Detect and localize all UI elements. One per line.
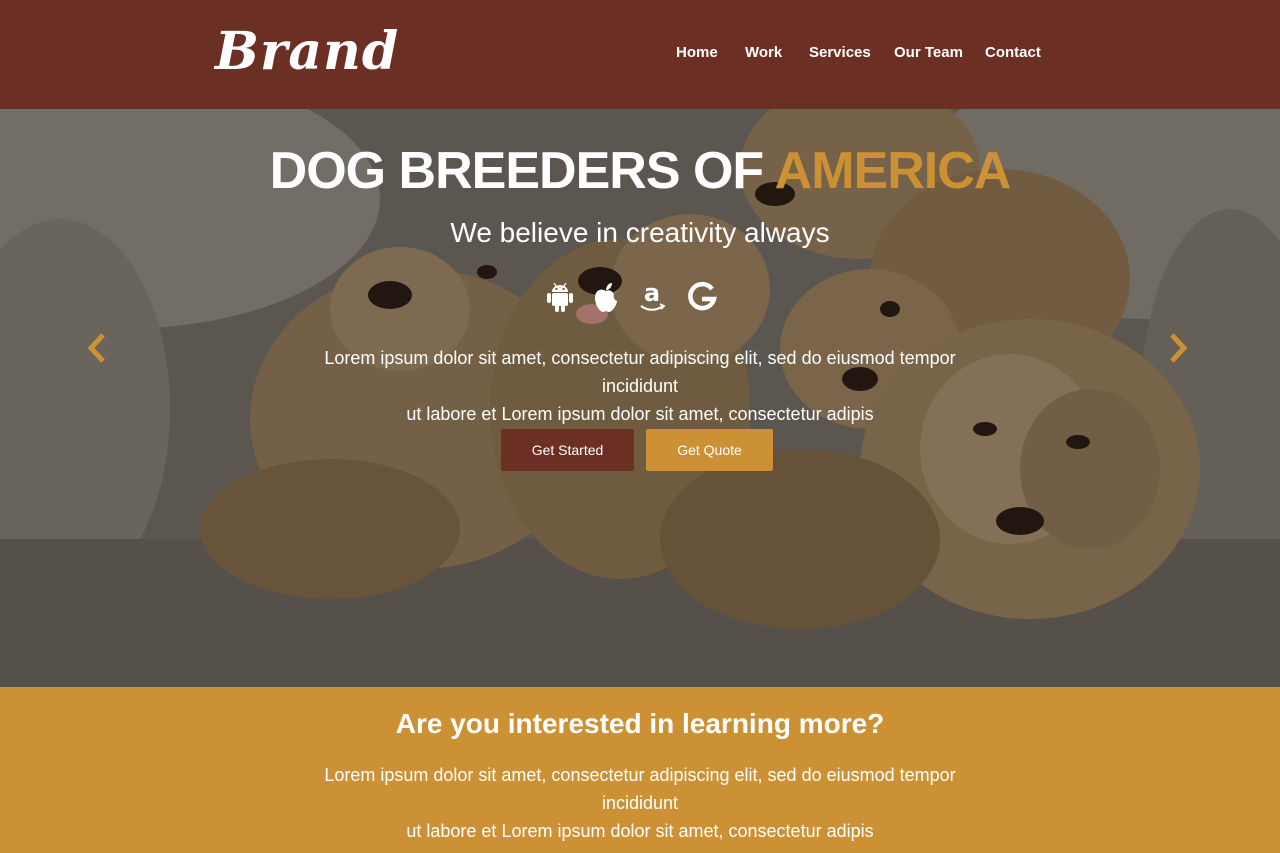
section-text: Lorem ipsum dolor sit amet, consectetur … [320,761,960,845]
section-text-line1: Lorem ipsum dolor sit amet, consectetur … [324,765,956,813]
hero-carousel: DOG BREEDERS OF AMERICA We believe in cr… [0,109,1280,687]
hero-subtitle: We believe in creativity always [450,217,830,248]
hero-description-line2: ut labore et Lorem ipsum dolor sit amet,… [406,404,874,424]
amazon-icon[interactable]: a [636,279,668,315]
main-nav: Home Work Services Our Team Contact [0,43,1280,63]
hero-title: DOG BREEDERS OF AMERICA [0,141,1280,201]
learn-more-section: Are you interested in learning more? Lor… [0,687,1280,853]
hero-description: Lorem ipsum dolor sit amet, consectetur … [320,344,960,428]
svg-text:a: a [644,279,660,307]
hero-description-line1: Lorem ipsum dolor sit amet, consectetur … [324,348,956,396]
android-icon[interactable] [544,279,576,315]
section-text-line2: ut labore et Lorem ipsum dolor sit amet,… [406,821,874,841]
section-title: Are you interested in learning more? [395,708,885,739]
chevron-left-icon[interactable] [85,331,109,365]
navbar: Brand Home Work Services Our Team Contac… [0,0,1280,109]
nav-item-our-team[interactable]: Our Team [894,43,963,63]
get-started-button[interactable]: Get Started [501,429,634,471]
nav-item-services[interactable]: Services [809,43,871,63]
hero-title-main: DOG BREEDERS OF [269,142,775,200]
chevron-right-icon[interactable] [1166,331,1190,365]
hero-title-accent: AMERICA [774,142,1012,200]
nav-item-home[interactable]: Home [676,43,718,63]
google-icon[interactable] [686,279,718,315]
nav-item-contact[interactable]: Contact [985,43,1041,63]
get-quote-button[interactable]: Get Quote [646,429,773,471]
platform-icons: a [540,279,740,315]
nav-item-work[interactable]: Work [745,43,782,63]
apple-icon[interactable] [590,279,622,315]
